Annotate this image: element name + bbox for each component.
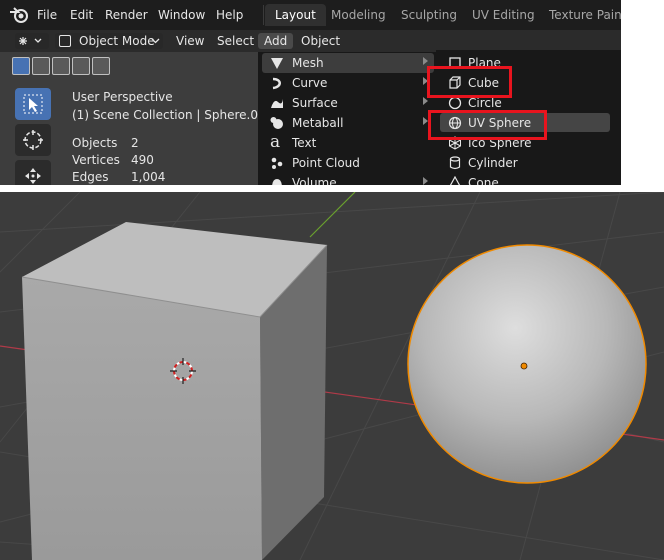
submenu-arrow-icon xyxy=(423,57,428,65)
y-axis-line xyxy=(309,192,356,238)
view-perspective-label: User Perspective xyxy=(72,90,173,104)
cylinder-icon xyxy=(449,156,461,170)
select-new-icon[interactable] xyxy=(12,57,30,75)
select-extend-icon[interactable] xyxy=(32,57,50,75)
menu-help[interactable]: Help xyxy=(216,8,243,22)
top-panel: File Edit Render Window Help Layout Mode… xyxy=(0,0,621,185)
menu-item-label: Text xyxy=(292,136,317,150)
circle-icon xyxy=(448,96,462,110)
viewport-header: Object Mode View Select Add Object xyxy=(0,30,621,52)
blender-logo-icon[interactable] xyxy=(8,6,30,24)
pivot-icon xyxy=(19,37,42,45)
cursor-tool-button[interactable] xyxy=(15,124,51,156)
tab-texture-paint[interactable]: Texture Paint xyxy=(549,8,621,22)
uv-sphere-object[interactable] xyxy=(407,244,647,484)
submenu-item-label: Cylinder xyxy=(468,156,518,170)
tab-uv-editing[interactable]: UV Editing xyxy=(472,8,535,22)
submenu-arrow-icon xyxy=(423,177,428,185)
cursor-arrow-icon xyxy=(23,94,43,114)
top-menubar: File Edit Render Window Help Layout Mode… xyxy=(0,0,621,30)
move-tool-button[interactable] xyxy=(15,160,51,185)
stat-objects-label: Objects xyxy=(72,136,118,150)
add-menu[interactable]: Add xyxy=(258,33,294,49)
submenu-arrow-icon xyxy=(423,97,428,105)
origin-point-icon xyxy=(520,362,528,370)
menu-item-label: Metaball xyxy=(292,116,344,130)
mode-dropdown[interactable]: Object Mode xyxy=(55,33,163,49)
stat-vertices-value: 490 xyxy=(131,153,154,167)
add-dropdown-menu: Mesh Curve Surface Metaball a Text Point… xyxy=(258,52,438,185)
tab-modeling[interactable]: Modeling xyxy=(331,8,386,22)
menu-file[interactable]: File xyxy=(37,8,57,22)
transform-pivot-button[interactable] xyxy=(15,33,49,49)
menu-item-surface[interactable]: Surface xyxy=(262,93,434,113)
select-invert-icon[interactable] xyxy=(72,57,90,75)
submenu-item-cylinder[interactable]: Cylinder xyxy=(440,153,610,172)
stat-objects-value: 2 xyxy=(131,136,139,150)
curve-icon xyxy=(272,77,281,90)
menu-item-label: Curve xyxy=(292,76,328,90)
stat-edges-label: Edges xyxy=(72,170,109,184)
mesh-icon xyxy=(271,58,283,69)
metaball-icon xyxy=(270,117,283,129)
surface-icon xyxy=(271,99,283,108)
menu-item-volume[interactable]: Volume xyxy=(262,173,434,185)
menu-render[interactable]: Render xyxy=(105,8,148,22)
volume-icon xyxy=(272,179,282,185)
stat-edges-value: 1,004 xyxy=(131,170,166,184)
uv-sphere-highlight-box xyxy=(428,110,547,140)
point-cloud-icon xyxy=(271,157,283,169)
select-menu[interactable]: Select xyxy=(217,33,254,49)
viewport-scene xyxy=(0,192,664,560)
menu-window[interactable]: Window xyxy=(158,8,205,22)
move-arrows-icon xyxy=(25,168,41,184)
cube-object[interactable] xyxy=(21,222,328,560)
chevron-down-icon xyxy=(151,38,160,44)
menu-item-label: Volume xyxy=(292,176,337,185)
text-icon: a xyxy=(270,132,281,152)
menu-item-label: Point Cloud xyxy=(292,156,360,170)
submenu-item-cone[interactable]: Cone xyxy=(440,173,610,185)
cone-icon xyxy=(449,176,461,185)
object-mode-icon xyxy=(59,35,71,47)
stat-vertices-label: Vertices xyxy=(72,153,120,167)
select-tool-button[interactable] xyxy=(15,88,51,120)
menu-item-point-cloud[interactable]: Point Cloud xyxy=(262,153,434,173)
view-menu[interactable]: View xyxy=(176,33,204,49)
scene-collection-label: (1) Scene Collection | Sphere.013 xyxy=(72,108,274,122)
3d-viewport[interactable] xyxy=(0,192,664,560)
menubar-separator xyxy=(263,5,264,25)
submenu-item-label: Circle xyxy=(468,96,502,110)
menu-item-mesh[interactable]: Mesh xyxy=(262,53,434,73)
tool-shelf xyxy=(15,88,55,185)
cube-highlight-box xyxy=(427,66,512,98)
select-intersect-icon[interactable] xyxy=(92,57,110,75)
3d-cursor-icon xyxy=(23,130,43,150)
menu-edit[interactable]: Edit xyxy=(70,8,93,22)
menu-item-curve[interactable]: Curve xyxy=(262,73,434,93)
menu-item-metaball[interactable]: Metaball xyxy=(262,113,434,133)
tab-sculpting[interactable]: Sculpting xyxy=(401,8,457,22)
submenu-item-label: Cone xyxy=(468,176,499,185)
menu-item-label: Surface xyxy=(292,96,338,110)
menu-item-text[interactable]: a Text xyxy=(262,133,434,153)
mode-label: Object Mode xyxy=(79,34,155,48)
tab-layout[interactable]: Layout xyxy=(265,4,326,26)
object-menu[interactable]: Object xyxy=(301,33,340,49)
menu-item-label: Mesh xyxy=(292,56,324,70)
select-subtract-icon[interactable] xyxy=(52,57,70,75)
panel-gap xyxy=(0,185,664,192)
